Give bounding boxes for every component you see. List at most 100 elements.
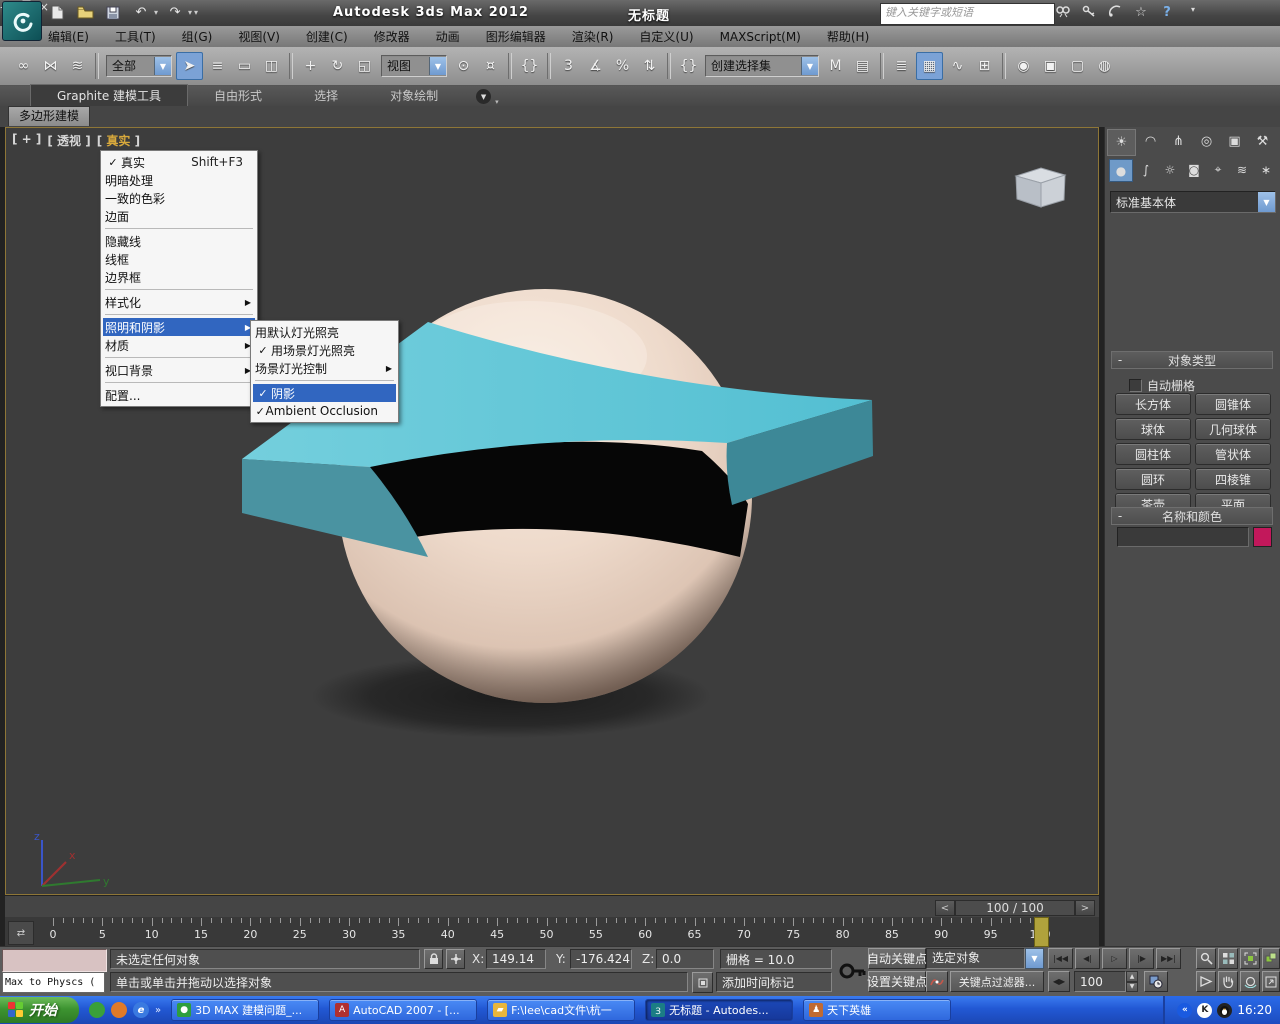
context-menu-item[interactable]: 照明和阴影 ▶ bbox=[103, 318, 255, 336]
mirror-icon[interactable]: M bbox=[823, 53, 848, 79]
ribbon-subtab-polygon-modeling[interactable]: 多边形建模 bbox=[8, 106, 90, 126]
save-icon[interactable] bbox=[102, 3, 124, 22]
menu-item[interactable]: 图形编辑器 bbox=[486, 28, 546, 45]
help-dropdown-icon[interactable]: ▾ bbox=[1182, 5, 1204, 22]
application-menu-button[interactable] bbox=[2, 1, 42, 41]
taskbar-task-button[interactable]: Ɜ 无标题 - Autodes... bbox=[645, 999, 793, 1021]
primitive-button[interactable]: 管状体 bbox=[1195, 443, 1271, 465]
frame-spinner[interactable]: ▲▼ bbox=[1126, 971, 1138, 992]
curve-editor-icon[interactable]: ∿ bbox=[945, 53, 970, 79]
playback-button[interactable]: ▶▶| bbox=[1156, 948, 1181, 969]
menu-item[interactable]: 帮助(H) bbox=[827, 28, 869, 45]
select-and-manipulate-icon[interactable]: ¤ bbox=[478, 53, 503, 79]
time-tag-field[interactable]: 添加时间标记 bbox=[716, 972, 832, 992]
context-menu-item[interactable]: 材质 ▶ bbox=[103, 336, 255, 354]
current-frame-field[interactable]: 100 bbox=[1074, 971, 1126, 992]
viewport-menu-general[interactable]: [ + ] bbox=[12, 132, 41, 149]
playback-button[interactable]: |▶ bbox=[1129, 948, 1154, 969]
start-button[interactable]: 开始 bbox=[0, 997, 79, 1023]
primitive-button[interactable]: 几何球体 bbox=[1195, 418, 1271, 440]
submenu-item[interactable]: ✓ 阴影 bbox=[253, 384, 396, 402]
tab-motion[interactable]: ◎ bbox=[1193, 129, 1220, 154]
open-file-icon[interactable] bbox=[74, 3, 96, 22]
percent-snap-icon[interactable]: % bbox=[610, 53, 635, 79]
z-coordinate-field[interactable]: 0.0 bbox=[656, 949, 714, 969]
menu-item[interactable]: 自定义(U) bbox=[639, 28, 693, 45]
subtab-geometry[interactable]: ● bbox=[1109, 159, 1133, 182]
tab-hierarchy[interactable]: ⋔ bbox=[1165, 129, 1192, 154]
absolute-offset-mode-icon[interactable] bbox=[446, 949, 465, 969]
snap-toggle-3d-icon[interactable]: 3 bbox=[556, 53, 581, 79]
zoom-extents-all-icon[interactable] bbox=[1262, 948, 1280, 969]
render-production-icon[interactable]: ◍ bbox=[1092, 53, 1117, 79]
subscription-key-icon[interactable] bbox=[1078, 5, 1100, 22]
listener-key-icon[interactable] bbox=[838, 950, 866, 995]
maximize-viewport-toggle-icon[interactable] bbox=[1262, 971, 1280, 992]
undo-dropdown-icon[interactable]: ▾ bbox=[154, 8, 158, 17]
taskbar-task-button[interactable]: A AutoCAD 2007 - [... bbox=[329, 999, 477, 1021]
ribbon-tab-graphite[interactable]: Graphite 建模工具 bbox=[30, 84, 188, 106]
undo-icon[interactable]: ↶ bbox=[130, 3, 152, 22]
keyboard-shortcut-override-icon[interactable]: {} bbox=[517, 53, 542, 79]
primitive-button[interactable]: 圆锥体 bbox=[1195, 393, 1271, 415]
context-menu-item[interactable]: 边界框 bbox=[103, 268, 255, 286]
subtab-space-warps[interactable]: ≋ bbox=[1231, 159, 1253, 180]
maxscript-mini-listener-pink[interactable] bbox=[2, 949, 107, 972]
menu-item[interactable]: 动画 bbox=[436, 28, 460, 45]
time-slider-handle[interactable] bbox=[1034, 917, 1049, 947]
quick-launch-icon-2[interactable] bbox=[111, 1002, 127, 1018]
align-icon[interactable]: ▤ bbox=[850, 53, 875, 79]
rollout-name-color[interactable]: - 名称和颜色 bbox=[1111, 507, 1273, 525]
playback-button[interactable]: ▷ bbox=[1102, 948, 1127, 969]
tab-create[interactable]: ☀ bbox=[1107, 129, 1136, 156]
selection-filter-dropdown[interactable]: 全部 ▼ bbox=[106, 55, 172, 77]
tab-modify[interactable]: ◠ bbox=[1137, 129, 1164, 154]
material-editor-icon[interactable]: ◉ bbox=[1011, 53, 1036, 79]
primitive-button[interactable]: 四棱锥 bbox=[1195, 468, 1271, 490]
redo-dropdown-icon[interactable]: ▾ bbox=[188, 8, 192, 17]
tab-display[interactable]: ▣ bbox=[1221, 129, 1248, 154]
subtab-lights[interactable]: ☼ bbox=[1159, 159, 1181, 180]
zoom-all-icon[interactable] bbox=[1218, 948, 1238, 969]
use-pivot-point-center-icon[interactable]: ⊙ bbox=[451, 53, 476, 79]
submenu-item[interactable]: 用默认灯光照亮 bbox=[253, 323, 396, 341]
time-configuration-icon[interactable] bbox=[1144, 971, 1168, 992]
orbit-icon[interactable] bbox=[1240, 971, 1260, 992]
next-frame-button[interactable]: > bbox=[1075, 900, 1095, 916]
ribbon-tab-selection[interactable]: 选择 bbox=[288, 85, 364, 106]
quick-access-customize-icon[interactable]: ▾ bbox=[194, 8, 198, 17]
set-key-button[interactable]: 设置关键点 bbox=[868, 971, 926, 992]
tray-clock[interactable]: 16:20 bbox=[1237, 1003, 1272, 1017]
context-menu-item[interactable]: 配置... bbox=[103, 386, 255, 404]
context-menu-item[interactable]: ✓ 真实 Shift+F3 bbox=[103, 153, 255, 171]
render-setup-icon[interactable]: ▣ bbox=[1038, 53, 1063, 79]
ribbon-minimize-icon[interactable]: ▼ bbox=[476, 89, 491, 104]
tray-k-icon[interactable]: K bbox=[1197, 1003, 1212, 1018]
pan-hand-icon[interactable] bbox=[1218, 971, 1238, 992]
zoom-icon[interactable] bbox=[1196, 948, 1216, 969]
menu-item[interactable]: 组(G) bbox=[182, 28, 213, 45]
submenu-item[interactable]: ✓ Ambient Occlusion bbox=[253, 402, 396, 420]
menu-item[interactable]: MAXScript(M) bbox=[720, 30, 801, 44]
submenu-item[interactable]: 场景灯光控制 ▶ bbox=[253, 359, 396, 377]
ribbon-tab-object-paint[interactable]: 对象绘制 bbox=[364, 85, 464, 106]
tray-qq-penguin-icon[interactable] bbox=[1217, 1003, 1232, 1018]
context-menu-item[interactable]: 视口背景 ▶ bbox=[103, 361, 255, 379]
select-and-link-icon[interactable]: ∞ bbox=[11, 53, 36, 79]
bind-to-space-warp-icon[interactable]: ≋ bbox=[65, 53, 90, 79]
subtab-cameras[interactable]: ◙ bbox=[1183, 159, 1205, 180]
search-icon[interactable] bbox=[1052, 5, 1074, 22]
select-and-scale-icon[interactable]: ◱ bbox=[352, 53, 377, 79]
playback-button[interactable]: ◀| bbox=[1075, 948, 1100, 969]
quick-launch-icon-1[interactable] bbox=[89, 1002, 105, 1018]
new-file-icon[interactable] bbox=[46, 3, 68, 22]
primitive-button[interactable]: 圆环 bbox=[1115, 468, 1191, 490]
context-menu-item[interactable]: 边面 bbox=[103, 207, 255, 225]
menu-item[interactable]: 工具(T) bbox=[115, 28, 156, 45]
context-menu-item[interactable]: 明暗处理 bbox=[103, 171, 255, 189]
rollout-object-type[interactable]: - 对象类型 bbox=[1111, 351, 1273, 369]
menu-item[interactable]: 修改器 bbox=[374, 28, 410, 45]
angle-snap-icon[interactable]: ∡ bbox=[583, 53, 608, 79]
subtab-helpers[interactable]: ⌖ bbox=[1207, 159, 1229, 180]
key-mode-selection-dropdown[interactable]: 选定对象 ▼ bbox=[926, 948, 1044, 969]
